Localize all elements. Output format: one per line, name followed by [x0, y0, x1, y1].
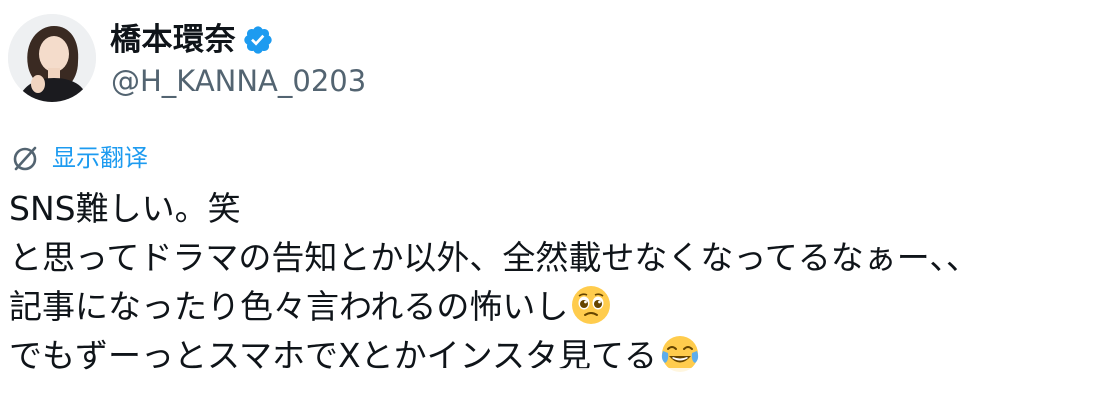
tweet-line: 記事になったり色々言われるの怖いし	[9, 282, 1089, 331]
avatar[interactable]	[8, 14, 96, 102]
tweet-line-text: と思ってドラマの告知とか以外、全然載せなくなってるなぁー、、	[9, 238, 979, 277]
tweet-line: と思ってドラマの告知とか以外、全然載せなくなってるなぁー、、	[9, 233, 1089, 282]
tweet-line: SNS難しい。笑	[9, 184, 1089, 233]
globe-translate-icon	[10, 143, 40, 173]
watermark-overlay	[428, 368, 718, 396]
display-name[interactable]: 橋本環奈	[110, 20, 236, 60]
show-translation-label[interactable]: 显示翻译	[52, 143, 148, 173]
avatar-photo	[8, 14, 96, 102]
tweet-line-text: 記事になったり色々言われるの怖いし	[9, 287, 569, 326]
show-translation-button[interactable]: 显示翻译	[10, 141, 148, 175]
user-handle[interactable]: @H_KANNA_0203	[111, 62, 366, 100]
tweet-text: SNS難しい。笑 と思ってドラマの告知とか以外、全然載せなくなってるなぁー、、 …	[9, 184, 1089, 380]
pleading-face-emoji	[570, 284, 612, 326]
verified-badge-icon	[242, 24, 274, 56]
user-name-row[interactable]: 橋本環奈	[110, 18, 274, 62]
tweet-line-text: SNS難しい。笑	[9, 189, 241, 228]
